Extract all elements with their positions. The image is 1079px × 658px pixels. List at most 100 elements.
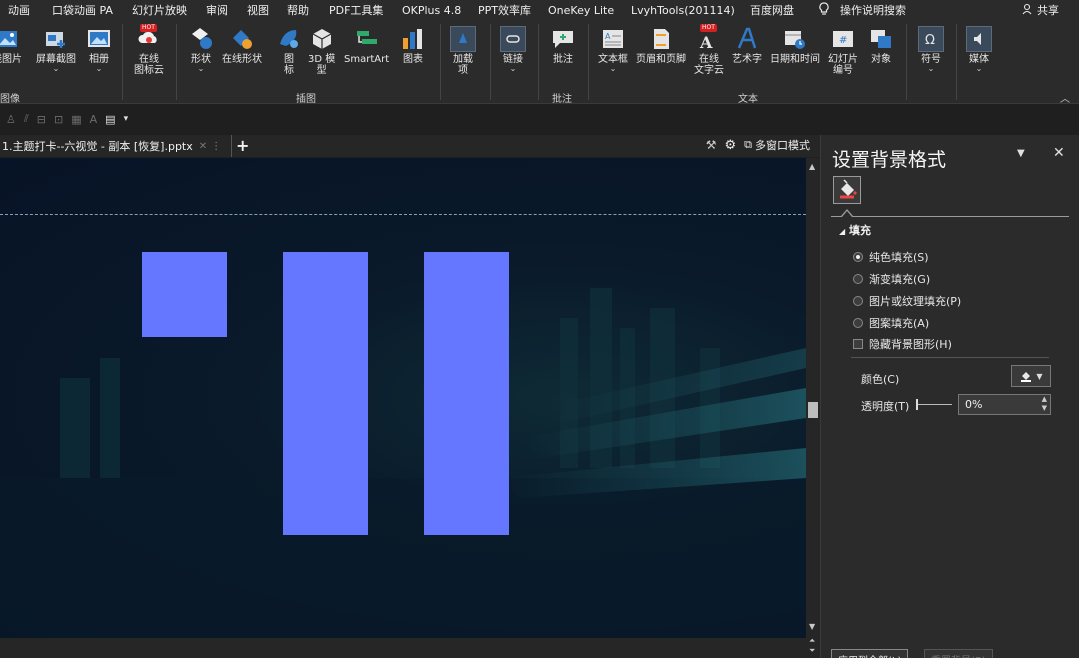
- picture-fill-radio[interactable]: [853, 296, 863, 306]
- chevron-down-icon[interactable]: ⌄: [510, 65, 517, 73]
- align-icon[interactable]: ⫽: [24, 112, 29, 126]
- menu-pdf-tools[interactable]: PDF工具集: [329, 2, 383, 18]
- svg-text:A: A: [605, 32, 611, 41]
- customize-qat-icon[interactable]: ▾: [124, 114, 129, 124]
- menu-animation[interactable]: 动画: [8, 2, 30, 18]
- color-picker-button[interactable]: ▼: [1011, 365, 1051, 387]
- menu-pocket-animation[interactable]: 口袋动画 PA: [52, 2, 113, 18]
- blue-square-shape[interactable]: [142, 252, 227, 337]
- textbox-button[interactable]: A 文本框 ⌄: [598, 26, 628, 73]
- menu-okplus[interactable]: OKPlus 4.8: [402, 4, 461, 17]
- reset-background-button[interactable]: 重置背景(B): [924, 649, 993, 658]
- menu-help[interactable]: 帮助: [287, 2, 309, 18]
- gear-icon[interactable]: ⚙: [724, 138, 736, 153]
- menu-view[interactable]: 视图: [247, 2, 269, 18]
- chevron-down-icon[interactable]: ⌄: [198, 65, 205, 73]
- transparency-slider[interactable]: [916, 399, 952, 410]
- tools-icon[interactable]: ⚒: [706, 138, 717, 152]
- document-tab[interactable]: 1.主题打卡--六视觉 - 副本 [恢复].pptx ✕ ⋮: [0, 135, 232, 157]
- media-button[interactable]: 媒体 ⌄: [966, 26, 992, 73]
- pattern-fill-radio[interactable]: [853, 318, 863, 328]
- scroll-down-icon[interactable]: ▼: [809, 622, 815, 631]
- 3d-models-button[interactable]: 3D 模 型: [308, 26, 335, 76]
- spin-arrows-icon[interactable]: ▲ ▼: [1042, 395, 1047, 413]
- blue-rectangle-shape-2[interactable]: [424, 252, 509, 535]
- chevron-down-icon[interactable]: ⌄: [610, 65, 617, 73]
- new-tab-button[interactable]: +: [236, 136, 249, 155]
- pattern-fill-option[interactable]: 图案填充(A): [853, 315, 929, 331]
- menu-review[interactable]: 审阅: [206, 2, 228, 18]
- horizontal-scrollbar[interactable]: [0, 638, 806, 658]
- prev-slide-icon[interactable]: ⏶: [809, 636, 815, 646]
- fill-tab-button[interactable]: [833, 176, 861, 204]
- transparency-value: 0%: [965, 398, 983, 411]
- shapes-icon: [188, 26, 214, 52]
- slide-number-label-1: 幻灯片: [828, 54, 858, 65]
- close-icon[interactable]: ✕: [1053, 145, 1065, 161]
- ribbon-separator: [956, 24, 957, 100]
- pane-options-dropdown[interactable]: ▼: [1017, 148, 1025, 159]
- menu-tell-me-search[interactable]: 操作说明搜索: [840, 2, 906, 18]
- close-tab-icon[interactable]: ✕: [199, 141, 207, 152]
- transparency-input[interactable]: 0% ▲ ▼: [958, 394, 1051, 415]
- next-slide-icon[interactable]: ⏷: [809, 646, 815, 656]
- multi-window-button[interactable]: ⧉ 多窗口模式: [744, 137, 810, 153]
- menu-baidu-pan[interactable]: 百度网盘: [750, 2, 794, 18]
- fill-section-header[interactable]: ◢ 填充: [839, 222, 871, 238]
- screenshot-icon: [43, 26, 69, 52]
- solid-fill-radio[interactable]: [853, 252, 863, 262]
- chevron-down-icon[interactable]: ⌄: [976, 65, 983, 73]
- date-time-button[interactable]: 日期和时间: [770, 26, 820, 65]
- screenshot-button[interactable]: 屏幕截图 ⌄: [36, 26, 76, 73]
- share-button[interactable]: 共享: [1022, 2, 1059, 18]
- wordart-icon: [734, 26, 760, 52]
- online-word-cloud-button[interactable]: HOT A 在线 文字云: [694, 24, 724, 76]
- smartart-button[interactable]: SmartArt: [344, 26, 389, 65]
- textbox-small-icon[interactable]: ▤: [105, 113, 115, 126]
- photo-album-button[interactable]: 相册 ⌄: [86, 26, 112, 73]
- menu-onekey[interactable]: OneKey Lite: [548, 4, 614, 17]
- online-picture-button[interactable]: 线图片: [0, 26, 22, 65]
- scroll-up-icon[interactable]: ▲: [809, 162, 815, 171]
- collapse-ribbon-icon[interactable]: ︿: [1060, 90, 1070, 105]
- online-shapes-button[interactable]: 在线形状: [222, 26, 262, 65]
- more-icon[interactable]: ⋮: [211, 141, 221, 152]
- transparency-slider-handle[interactable]: [916, 399, 918, 410]
- picture-texture-fill-option[interactable]: 图片或纹理填充(P): [853, 293, 961, 309]
- font-color-icon[interactable]: A: [90, 113, 98, 126]
- gradient-fill-radio[interactable]: [853, 274, 863, 284]
- shapes-button[interactable]: 形状 ⌄: [188, 26, 214, 73]
- vertical-scrollbar[interactable]: ▲ ▼ ⏶ ⏷: [806, 158, 820, 658]
- object-button[interactable]: 对象: [868, 26, 894, 65]
- icons-button[interactable]: 图 标: [276, 26, 302, 76]
- menu-lvyhtools[interactable]: LvyhTools(201114): [631, 4, 735, 17]
- hide-background-checkbox[interactable]: [853, 339, 863, 349]
- solid-fill-option[interactable]: 纯色填充(S): [853, 249, 929, 265]
- gradient-fill-option[interactable]: 渐变填充(G): [853, 271, 930, 287]
- picture-icon: [0, 26, 20, 52]
- chevron-down-icon[interactable]: ⌄: [53, 65, 60, 73]
- slide-canvas[interactable]: [0, 158, 806, 638]
- distribute-icon[interactable]: ⊟: [37, 113, 46, 126]
- apply-to-all-button[interactable]: 应用到全部(L): [831, 649, 909, 658]
- symbol-button[interactable]: Ω 符号 ⌄: [918, 26, 944, 73]
- scroll-thumb[interactable]: [808, 402, 818, 418]
- menu-ppt-efficiency[interactable]: PPT效率库: [478, 2, 531, 18]
- arrange-icon[interactable]: ⊡: [54, 113, 63, 126]
- group-icon[interactable]: ▦: [71, 113, 81, 126]
- chart-button[interactable]: 图表: [400, 26, 426, 65]
- chevron-down-icon[interactable]: ⌄: [928, 65, 935, 73]
- chevron-down-icon[interactable]: ⌄: [96, 65, 103, 73]
- online-icon-cloud-button[interactable]: HOT 在线 图标云: [134, 24, 164, 76]
- menu-slideshow[interactable]: 幻灯片放映: [132, 2, 187, 18]
- comment-button[interactable]: 批注: [550, 26, 576, 65]
- slide-number-button[interactable]: # 幻灯片 编号: [828, 26, 858, 76]
- addins-button[interactable]: 加载 项: [450, 26, 476, 76]
- header-footer-button[interactable]: 页眉和页脚: [636, 26, 686, 65]
- slide-number-label-2: 编号: [833, 65, 853, 76]
- format-painter-icon[interactable]: ♙: [6, 113, 16, 126]
- hide-background-graphics-option[interactable]: 隐藏背景图形(H): [853, 336, 952, 352]
- blue-rectangle-shape-1[interactable]: [283, 252, 368, 535]
- link-button[interactable]: 链接 ⌄: [500, 26, 526, 73]
- wordart-button[interactable]: 艺术字: [732, 26, 762, 65]
